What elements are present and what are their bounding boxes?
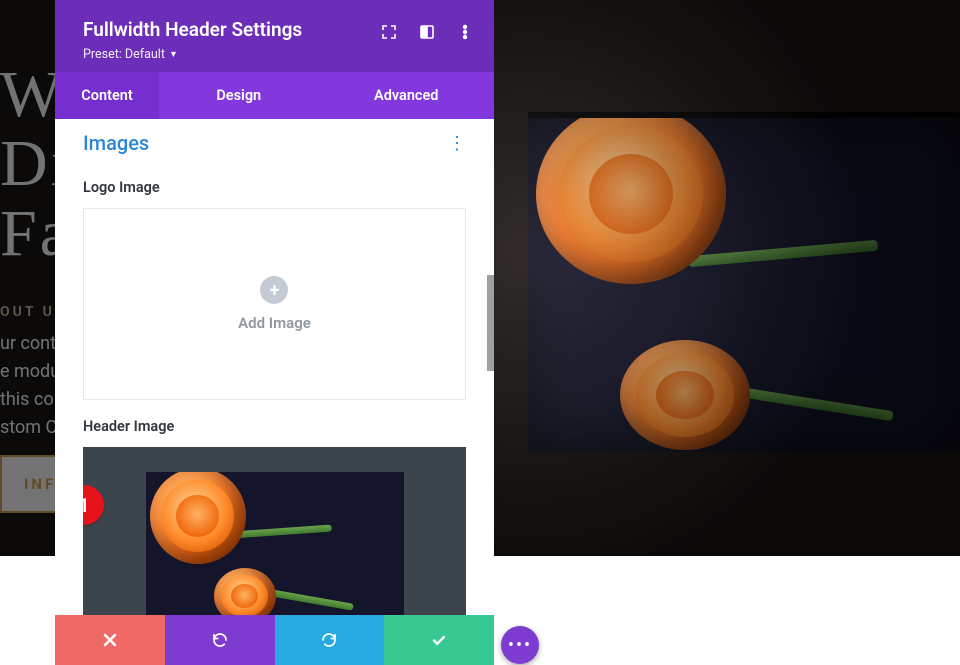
- flower-icon: [150, 472, 246, 564]
- flower-icon: [214, 568, 276, 615]
- hero-meta: OUT U: [0, 304, 55, 320]
- add-image-label: Add Image: [238, 314, 311, 332]
- save-button[interactable]: [384, 615, 494, 665]
- scrollbar-thumb[interactable]: [487, 275, 494, 371]
- hero-header-image: [528, 112, 960, 452]
- flower-stem-icon: [264, 588, 354, 611]
- redo-icon: [320, 631, 338, 649]
- plus-icon: +: [260, 276, 288, 304]
- tab-design[interactable]: Design: [159, 72, 319, 119]
- preset-label: Preset: Default: [83, 47, 165, 62]
- flower-icon: [536, 112, 726, 284]
- header-image-illustration: [528, 118, 960, 452]
- preset-dropdown[interactable]: Preset: Default ▼: [83, 47, 472, 62]
- header-image-thumbnail: [146, 472, 404, 615]
- divi-fab-button[interactable]: •••: [501, 626, 539, 664]
- flower-icon: [620, 340, 750, 450]
- check-icon: [431, 632, 447, 648]
- panel-action-bar: [55, 615, 494, 665]
- kebab-menu-icon[interactable]: [446, 18, 484, 46]
- undo-icon: [211, 631, 229, 649]
- flower-stem-icon: [724, 385, 893, 421]
- upload-placeholder: + Add Image: [238, 276, 311, 332]
- header-image-preview[interactable]: 1: [83, 447, 466, 615]
- section-kebab-icon[interactable]: ⋮: [448, 133, 466, 154]
- step-badge: 1: [83, 485, 104, 525]
- page-root: We Div Fa OUT U ur cont e modu this co s…: [0, 0, 960, 665]
- chevron-down-icon: ▼: [169, 50, 178, 60]
- logo-image-label: Logo Image: [55, 161, 494, 208]
- header-image-label: Header Image: [55, 400, 494, 447]
- ellipsis-icon: •••: [508, 635, 532, 656]
- close-icon: [102, 632, 118, 648]
- expand-icon[interactable]: [370, 18, 408, 46]
- hero-body-text: ur cont e modu this co stom C: [0, 330, 60, 442]
- flower-stem-icon: [231, 525, 331, 539]
- panel-body: Images ⋮ Logo Image + Add Image Header I…: [55, 119, 494, 615]
- section-title-images[interactable]: Images: [83, 131, 149, 155]
- panel-tabs: Content Design Advanced: [55, 72, 494, 119]
- section-header-row: Images ⋮: [55, 129, 494, 161]
- redo-button[interactable]: [275, 615, 385, 665]
- panel-header-actions: [370, 18, 484, 46]
- flower-stem-icon: [688, 240, 878, 268]
- logo-image-upload[interactable]: + Add Image: [83, 208, 466, 400]
- undo-button[interactable]: [165, 615, 275, 665]
- settings-panel: Fullwidth Header Settings Preset: Defaul…: [55, 0, 494, 665]
- tab-advanced[interactable]: Advanced: [319, 72, 494, 119]
- cancel-button[interactable]: [55, 615, 165, 665]
- tab-content[interactable]: Content: [55, 72, 159, 119]
- panel-header: Fullwidth Header Settings Preset: Defaul…: [55, 0, 494, 72]
- snap-left-icon[interactable]: [408, 18, 446, 46]
